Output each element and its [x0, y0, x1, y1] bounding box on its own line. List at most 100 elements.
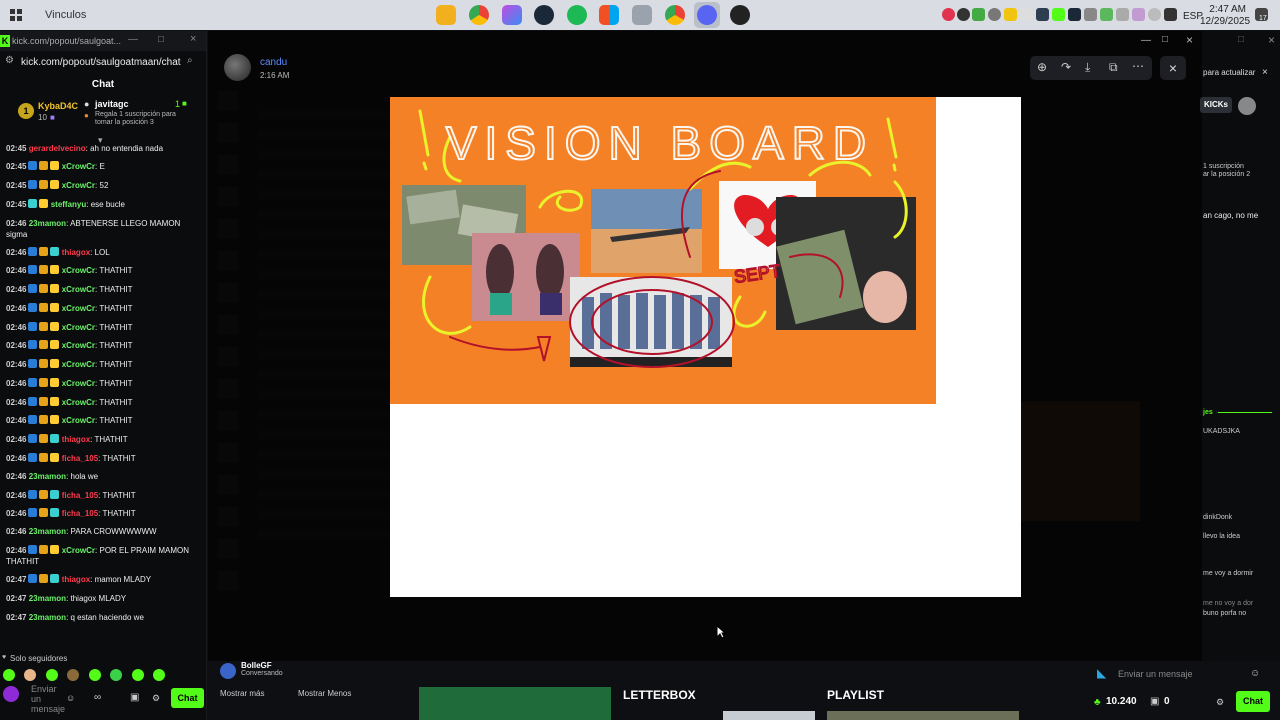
message-username[interactable]: xCrowCr — [62, 379, 95, 388]
emote-icon[interactable] — [67, 669, 80, 681]
bottom-chat-input[interactable]: Enviar un mensaje — [1118, 669, 1193, 679]
message-username[interactable]: ficha_105 — [62, 491, 98, 500]
emote-icon[interactable] — [153, 669, 166, 681]
message-username[interactable]: 23mamon — [29, 527, 66, 536]
message-username[interactable]: xCrowCr — [62, 304, 95, 313]
mostrar-mas-link[interactable]: Mostrar más — [220, 689, 264, 698]
windows-start-icon[interactable] — [10, 9, 22, 21]
volume-icon[interactable] — [1084, 8, 1097, 21]
rotate-icon[interactable]: ↷ — [1061, 60, 1071, 74]
clock-date[interactable]: 12/29/2025 — [1200, 16, 1250, 27]
letterbox-thumbnail[interactable] — [723, 711, 815, 720]
kick-url-bar[interactable]: ⚙ kick.com/popout/saulgoatmaan/chat ⌕ — [0, 51, 206, 73]
kicks-button[interactable]: KICKs — [1200, 97, 1232, 113]
emote-icon[interactable] — [110, 669, 123, 681]
author-avatar[interactable] — [224, 54, 251, 81]
download-icon[interactable]: ⤓ — [1085, 60, 1090, 75]
discord-icon[interactable] — [697, 5, 717, 25]
emote-icon[interactable] — [131, 669, 144, 681]
site-settings-icon[interactable]: ⚙ — [5, 55, 14, 66]
right-close-small-icon[interactable]: × — [1262, 67, 1268, 78]
tray-app-icon[interactable] — [1100, 8, 1113, 21]
photos-icon[interactable] — [632, 5, 652, 25]
gift-target-name[interactable]: javitagc — [95, 99, 129, 109]
spotify-icon[interactable] — [567, 5, 587, 25]
zoom-icon[interactable]: ⌕ — [187, 55, 193, 66]
pen-icon[interactable] — [1132, 8, 1145, 21]
network-icon[interactable] — [1148, 8, 1161, 21]
message-username[interactable]: ficha_105 — [62, 454, 98, 463]
maximize-icon[interactable]: □ — [158, 34, 164, 45]
message-username[interactable]: thiagox — [62, 575, 90, 584]
tray-app-icon[interactable] — [1164, 8, 1177, 21]
bottom-gift-icon[interactable]: ▣ — [1150, 696, 1159, 707]
chat-input[interactable]: Enviar un mensaje — [31, 684, 67, 714]
streamer-name[interactable]: BolleGF — [241, 661, 272, 670]
message-username[interactable]: 23mamon — [29, 594, 66, 603]
kick-chat-icon[interactable]: ◣ — [1097, 666, 1106, 680]
store-icon[interactable] — [599, 5, 619, 25]
steam-icon[interactable] — [534, 5, 554, 25]
author-name[interactable]: candu — [260, 57, 287, 68]
letterbox-panel-title[interactable]: LETTERBOX — [623, 688, 696, 702]
message-username[interactable]: xCrowCr — [62, 181, 95, 190]
message-username[interactable]: xCrowCr — [62, 285, 95, 294]
message-username[interactable]: xCrowCr — [62, 162, 95, 171]
emote-icon[interactable] — [3, 669, 15, 681]
message-username[interactable]: xCrowCr — [62, 341, 95, 350]
chat-send-button[interactable]: Chat — [171, 688, 204, 708]
emote-icon[interactable] — [45, 669, 58, 681]
emote-icon[interactable] — [88, 669, 101, 681]
bluetooth-icon[interactable] — [1020, 8, 1033, 21]
message-username[interactable]: xCrowCr — [62, 398, 95, 407]
tray-app-icon[interactable] — [1004, 8, 1017, 21]
open-external-icon[interactable]: ⧉ — [1109, 60, 1118, 75]
settings-icon[interactable]: ⚙ — [152, 693, 160, 704]
tray-app-icon[interactable] — [942, 8, 955, 21]
clock-time[interactable]: 2:47 AM — [1208, 4, 1246, 15]
mostrar-menos-link[interactable]: Mostrar Menos — [298, 689, 351, 698]
vision-board-image[interactable]: VISION BOARD SEPT — [390, 97, 1021, 597]
discord-maximize-icon[interactable]: □ — [1162, 34, 1168, 45]
message-username[interactable]: 23mamon — [29, 613, 66, 622]
tray-app-icon[interactable] — [972, 8, 985, 21]
message-username[interactable]: xCrowCr — [62, 266, 95, 275]
chrome-profile-icon[interactable] — [665, 5, 685, 25]
bottom-points-icon[interactable]: ♣ — [1094, 697, 1101, 708]
discord-close-icon[interactable]: × — [1186, 33, 1193, 47]
tray-app-icon[interactable] — [1052, 8, 1065, 21]
message-username[interactable]: xCrowCr — [62, 546, 95, 555]
tray-app-icon[interactable] — [1036, 8, 1049, 21]
playlist-thumbnail[interactable] — [827, 711, 1019, 720]
minimize-icon[interactable]: — — [128, 34, 138, 45]
copilot-icon[interactable] — [502, 5, 522, 25]
message-username[interactable]: gerardelvecino — [29, 144, 86, 153]
message-username[interactable]: xCrowCr — [62, 416, 95, 425]
discord-minimize-icon[interactable]: — — [1141, 35, 1151, 46]
emote-icon[interactable] — [24, 669, 37, 681]
emoji-icon[interactable]: ☺ — [66, 693, 75, 703]
tray-app-icon[interactable] — [957, 8, 970, 21]
user-avatar-icon[interactable] — [3, 686, 19, 702]
playlist-panel-title[interactable]: PLAYLIST — [827, 688, 884, 702]
right-close-icon[interactable]: × — [1268, 33, 1275, 47]
close-icon[interactable]: × — [190, 33, 196, 45]
message-username[interactable]: ficha_105 — [62, 509, 98, 518]
file-explorer-icon[interactable] — [436, 5, 456, 25]
right-avatar[interactable] — [1238, 97, 1256, 115]
message-username[interactable]: thiagox — [62, 435, 90, 444]
message-username[interactable]: steffanyu — [51, 200, 87, 209]
right-window-controls[interactable]: □ — [1238, 34, 1244, 45]
message-username[interactable]: 23mamon — [29, 219, 66, 228]
display-icon[interactable] — [1116, 8, 1129, 21]
bottom-chat-button[interactable]: Chat — [1236, 691, 1270, 712]
gift-button-icon[interactable]: ▣ — [130, 692, 139, 703]
tray-app-icon[interactable] — [988, 8, 1001, 21]
zoom-in-icon[interactable]: ⊕ — [1037, 60, 1047, 74]
message-username[interactable]: xCrowCr — [62, 360, 95, 369]
steam-tray-icon[interactable] — [1068, 8, 1081, 21]
more-icon[interactable]: ⋯ — [1132, 59, 1144, 73]
obs-icon[interactable] — [730, 5, 750, 25]
viewer-close-icon[interactable]: × — [1160, 56, 1186, 80]
bottom-settings-icon[interactable]: ⚙ — [1216, 697, 1224, 708]
